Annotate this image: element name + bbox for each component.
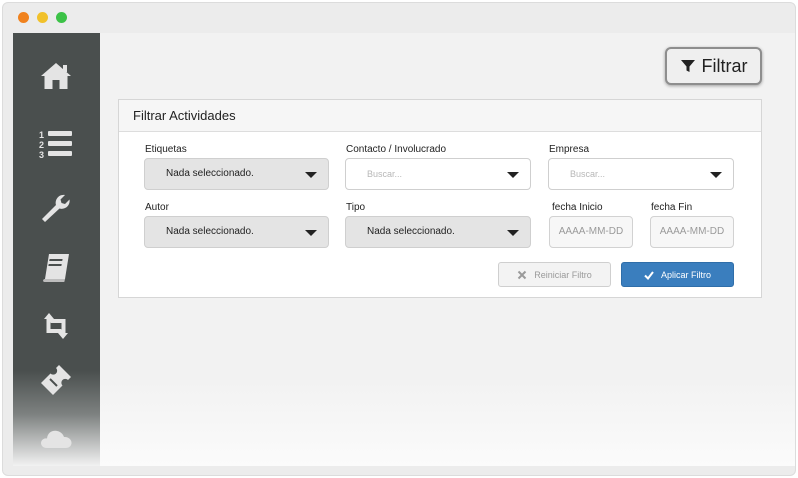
chevron-down-icon: [507, 230, 519, 236]
check-icon: [644, 270, 654, 280]
autor-select[interactable]: Nada seleccionado.: [144, 216, 329, 248]
title-bar: [3, 3, 795, 33]
close-window-button[interactable]: [18, 12, 29, 23]
fecha-fin-label: fecha Fin: [651, 202, 693, 213]
empresa-placeholder: Buscar...: [570, 169, 606, 179]
fecha-inicio-input[interactable]: AAAA-MM-DD: [549, 216, 633, 248]
zoom-window-button[interactable]: [56, 12, 67, 23]
filter-toggle-label: Filtrar: [701, 55, 748, 76]
svg-text:2: 2: [39, 140, 44, 150]
sidebar: 1 2 3: [13, 33, 100, 466]
fecha-fin-input[interactable]: AAAA-MM-DD: [650, 216, 734, 248]
etiquetas-value: Nada seleccionado.: [166, 168, 254, 179]
chevron-down-icon: [710, 172, 722, 178]
chevron-down-icon: [507, 172, 519, 178]
chevron-down-icon: [305, 172, 317, 178]
retweet-icon: [44, 313, 68, 339]
svg-text:3: 3: [39, 150, 44, 160]
reset-filter-label: Reiniciar Filtro: [534, 269, 592, 280]
empresa-search-select[interactable]: Buscar...: [548, 158, 734, 190]
filter-panel-title: Filtrar Actividades: [119, 100, 761, 132]
ticket-icon: [41, 365, 71, 395]
wrench-icon: [42, 194, 70, 222]
sidebar-item-tickets[interactable]: [39, 363, 73, 397]
fecha-inicio-label: fecha Inicio: [552, 202, 603, 213]
tipo-value: Nada seleccionado.: [367, 226, 455, 237]
apply-filter-button[interactable]: Aplicar Filtro: [621, 262, 734, 287]
etiquetas-label: Etiquetas: [145, 144, 187, 155]
contacto-placeholder: Buscar...: [367, 169, 403, 179]
chevron-down-icon: [305, 230, 317, 236]
minimize-window-button[interactable]: [37, 12, 48, 23]
filter-panel: Filtrar Actividades Etiquetas Nada selec…: [118, 99, 762, 298]
sidebar-item-book[interactable]: [39, 251, 73, 285]
autor-label: Autor: [145, 202, 169, 213]
fecha-inicio-placeholder: AAAA-MM-DD: [558, 226, 624, 237]
filter-toggle-button[interactable]: Filtrar: [665, 47, 762, 85]
contacto-search-select[interactable]: Buscar...: [345, 158, 531, 190]
cloud-icon: [41, 430, 72, 448]
empresa-label: Empresa: [549, 144, 590, 155]
sidebar-item-list[interactable]: 1 2 3: [39, 127, 73, 161]
etiquetas-select[interactable]: Nada seleccionado.: [144, 158, 329, 190]
svg-text:1: 1: [39, 130, 44, 140]
sidebar-item-cloud[interactable]: [39, 421, 73, 455]
reset-filter-button[interactable]: Reiniciar Filtro: [498, 262, 611, 287]
sidebar-item-home[interactable]: [39, 59, 73, 93]
tipo-label: Tipo: [346, 202, 366, 213]
main-content: Filtrar Filtrar Actividades Etiquetas Na…: [100, 33, 795, 466]
app-window: 1 2 3 Filtrar Filtrar Actividades Etique…: [2, 2, 796, 476]
apply-filter-label: Aplicar Filtro: [660, 269, 711, 280]
fecha-fin-placeholder: AAAA-MM-DD: [659, 226, 725, 237]
autor-value: Nada seleccionado.: [166, 226, 254, 237]
contacto-label: Contacto / Involucrado: [346, 144, 447, 155]
sidebar-item-sync[interactable]: [39, 309, 73, 343]
home-icon: [41, 63, 71, 89]
close-icon: [518, 270, 527, 279]
numbered-list-icon: 1 2 3: [39, 130, 72, 160]
tipo-select[interactable]: Nada seleccionado.: [345, 216, 531, 248]
book-icon: [43, 254, 69, 282]
funnel-icon: [680, 60, 695, 72]
sidebar-item-tools[interactable]: [39, 191, 73, 225]
